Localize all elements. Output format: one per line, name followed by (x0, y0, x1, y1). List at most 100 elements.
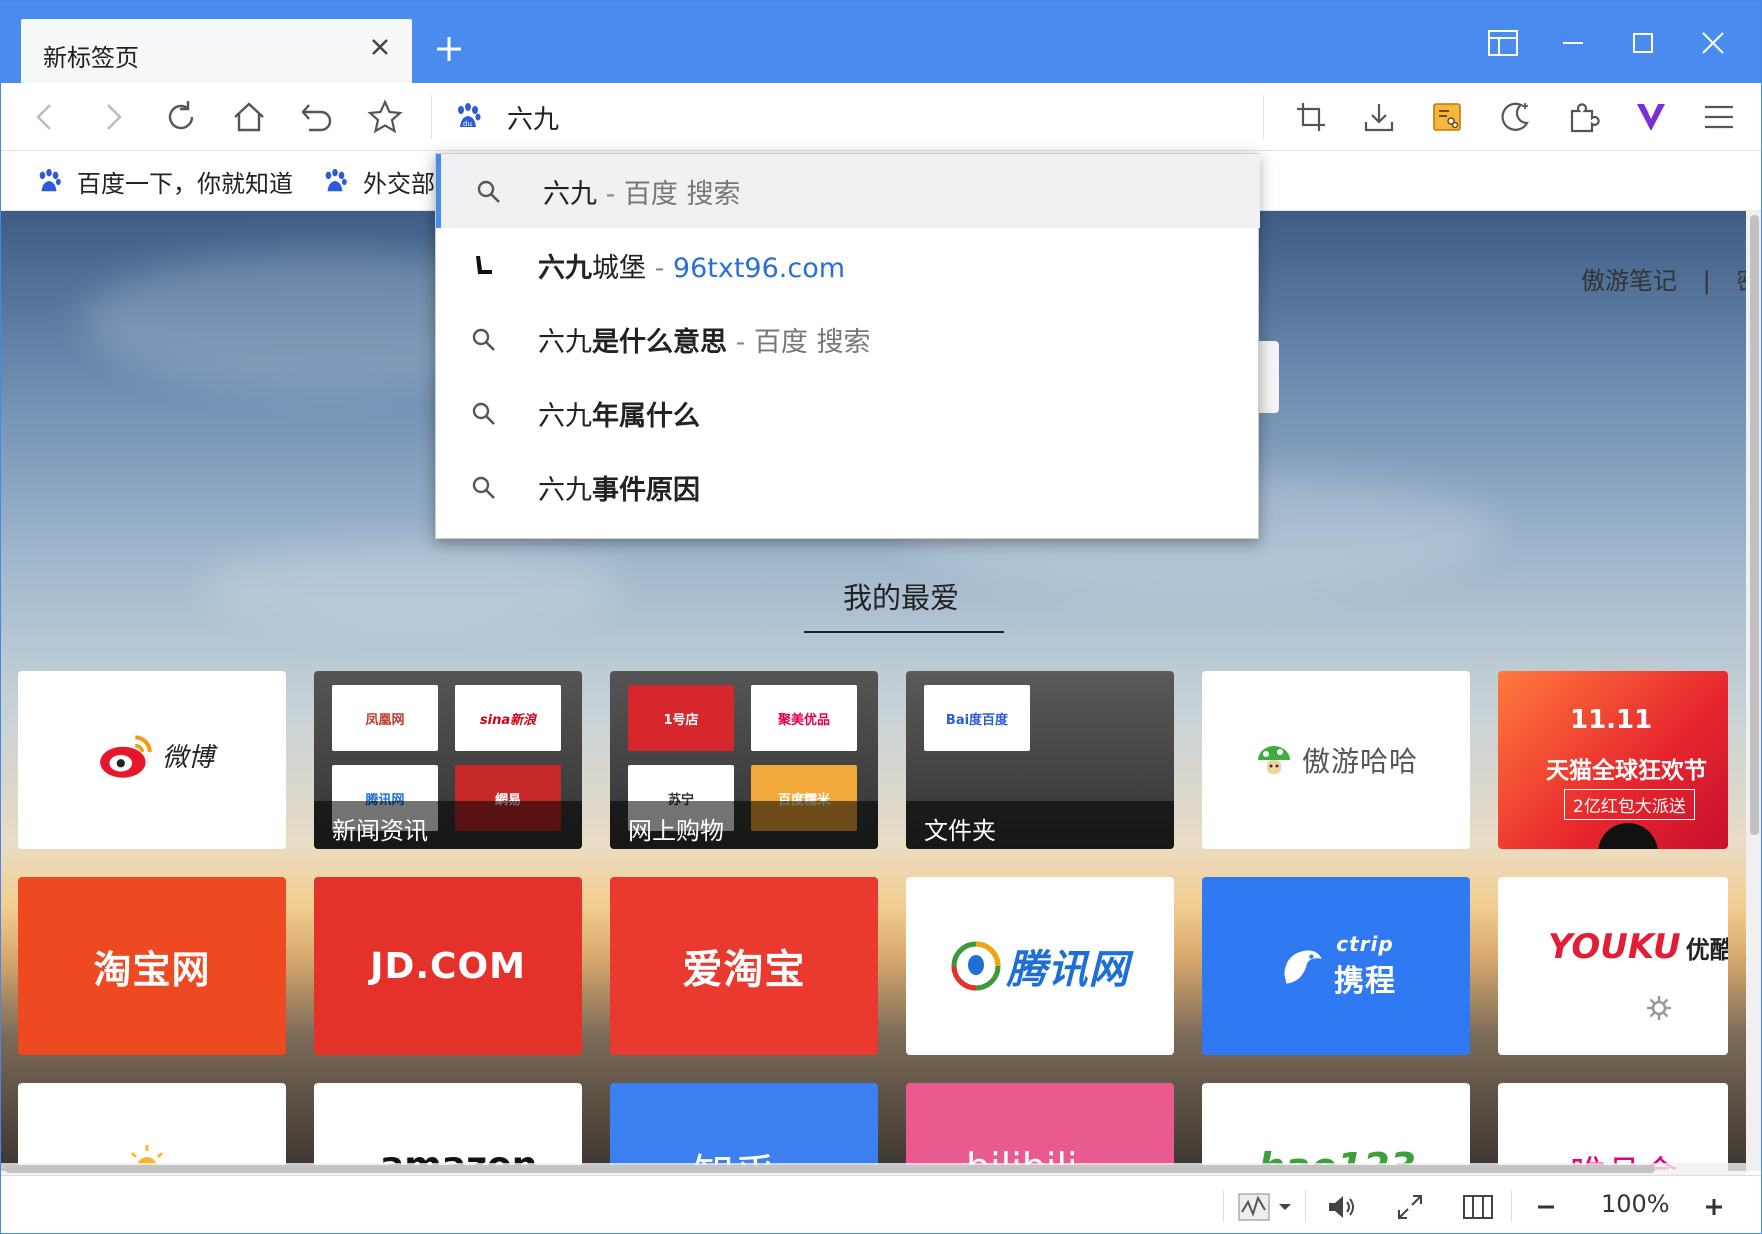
scroll-thumb[interactable] (1750, 215, 1759, 835)
volume-icon[interactable] (1325, 1190, 1359, 1224)
tab-new-tab[interactable]: 新标签页 (21, 19, 412, 83)
more-link[interactable]: 密 (1736, 267, 1746, 295)
title-bar: 新标签页 (1, 1, 1761, 83)
zoom-in-button[interactable] (1697, 1190, 1731, 1224)
tile-label: 傲游哈哈 (1301, 745, 1418, 778)
address-suggestions-dropdown: 六九 - 百度 搜索 六九城堡 - 96txt96.com 六九是什么意思 - … (435, 153, 1260, 539)
refresh-button[interactable] (161, 97, 201, 137)
tile-label: 淘宝网 (93, 947, 211, 992)
close-icon[interactable] (366, 33, 394, 61)
layout-icon[interactable] (1485, 25, 1521, 61)
tile-label: 优酷 (1685, 936, 1728, 964)
forward-button[interactable] (93, 97, 133, 137)
tile-maxthon-haha[interactable]: 傲游哈哈 (1202, 671, 1470, 849)
tile-sub: 2亿红包大派送 (1564, 789, 1695, 820)
status-bar: 100% (1, 1175, 1761, 1233)
reader-extension-icon[interactable] (1427, 97, 1467, 137)
tile-hao123[interactable]: hao123 (1202, 1083, 1470, 1171)
split-view-icon[interactable] (1461, 1190, 1495, 1224)
divider (431, 95, 432, 139)
horizontal-scrollbar[interactable] (1, 1163, 1746, 1175)
zoom-level: 100% (1601, 1190, 1670, 1218)
menu-icon[interactable] (1699, 97, 1739, 137)
divider (1263, 95, 1264, 139)
activity-graph-icon[interactable] (1237, 1190, 1271, 1224)
tile-sub: ctrip (1336, 932, 1394, 956)
suggestion-item[interactable]: 六九事件原因 (436, 450, 1260, 524)
night-mode-icon[interactable] (1495, 97, 1535, 137)
dolphin-icon (1284, 950, 1322, 984)
mini-tile: Bai度百度 (924, 685, 1030, 751)
fullscreen-icon[interactable] (1393, 1190, 1427, 1224)
tile-weibo[interactable]: 微博 (18, 671, 286, 849)
home-button[interactable] (229, 97, 269, 137)
undo-button[interactable] (297, 97, 337, 137)
notes-link[interactable]: 傲游笔记 (1581, 267, 1677, 295)
tile-ctrip[interactable]: ctrip 携程 (1202, 877, 1470, 1055)
minimize-button[interactable] (1555, 25, 1591, 61)
tile-aitaobao[interactable]: 爱淘宝 (610, 877, 878, 1055)
new-tab-button[interactable] (431, 31, 467, 67)
tile-qq[interactable]: 腾讯网 (906, 877, 1174, 1055)
chevron-down-icon[interactable] (1275, 1190, 1295, 1224)
mushroom-icon (1257, 746, 1290, 774)
screenshot-crop-icon[interactable] (1291, 97, 1331, 137)
address-bar[interactable]: du (443, 83, 1263, 151)
tile-weather[interactable] (18, 1083, 286, 1171)
bookmark-label: 百度一下，你就知道 (77, 169, 293, 198)
suggestion-item[interactable]: 六九 - 百度 搜索 (436, 154, 1260, 228)
vivo-v-icon[interactable] (1631, 97, 1671, 137)
bookmark-mfa[interactable]: 外交部 (321, 165, 435, 198)
suggestion-item[interactable]: 六九城堡 - 96txt96.com (436, 228, 1260, 302)
link-separator: | (1702, 267, 1711, 295)
search-icon (472, 476, 495, 499)
bookmark-baidu[interactable]: 百度一下，你就知道 (35, 165, 293, 198)
suggestion-text: 六九 - 百度 搜索 (543, 179, 741, 210)
youku-logo: YOUKU 优酷 (1548, 927, 1728, 967)
cloud (201, 541, 621, 631)
suggestion-text: 六九事件原因 (538, 475, 700, 506)
maximize-button[interactable] (1625, 25, 1661, 61)
tile-tmall-1111[interactable]: 11.11 天猫全球狂欢节 2亿红包大派送 (1498, 671, 1728, 849)
address-input[interactable] (507, 97, 1207, 137)
top-links: 傲游笔记 | 密 (1581, 261, 1746, 296)
svg-text:du: du (463, 120, 472, 128)
tile-amazon[interactable]: amazon (314, 1083, 582, 1171)
vertical-scrollbar[interactable] (1746, 211, 1761, 1171)
zoom-out-button[interactable] (1529, 1190, 1563, 1224)
tile-taobao[interactable]: 淘宝网 (18, 877, 286, 1055)
tile-folder[interactable]: Bai度百度 文件夹 (906, 671, 1174, 849)
baidu-paw-icon (39, 168, 61, 192)
search-icon (472, 328, 495, 351)
back-button[interactable] (25, 97, 65, 137)
tile-label: 微博 (162, 742, 215, 773)
tile-vip[interactable]: 唯品会 (1498, 1083, 1728, 1171)
tile-youku[interactable]: YOUKU 优酷 (1498, 877, 1728, 1055)
baidu-paw-icon (325, 168, 347, 192)
settings-gear-icon[interactable] (1644, 993, 1674, 1023)
scroll-thumb[interactable] (5, 1165, 1655, 1173)
tile-sub: YOUKU (1548, 927, 1681, 967)
favorite-star-button[interactable] (365, 97, 405, 137)
suggestion-item[interactable]: 六九是什么意思 - 百度 搜索 (436, 302, 1260, 376)
extensions-puzzle-icon[interactable] (1563, 97, 1603, 137)
divider (1305, 1190, 1306, 1222)
mini-tile: 凤凰网 (332, 685, 438, 751)
tab-title: 新标签页 (43, 44, 139, 72)
tile-zhihu[interactable]: 知乎 (610, 1083, 878, 1171)
baidu-paw-icon[interactable]: du (453, 101, 483, 131)
divider (1223, 1190, 1224, 1222)
tile-bilibili[interactable]: bilibili (906, 1083, 1174, 1171)
tile-jd[interactable]: JD.COM (314, 877, 582, 1055)
tile-news-folder[interactable]: 凤凰网 sina新浪 腾讯网 網易 新闻资讯 (314, 671, 582, 849)
mini-tile: 1号店 (628, 685, 734, 751)
download-icon[interactable] (1359, 97, 1399, 137)
tile-label: 携程 (1334, 964, 1396, 999)
site-favicon-icon (476, 256, 492, 274)
suggestion-item[interactable]: 六九年属什么 (436, 376, 1260, 450)
tile-shopping-folder[interactable]: 1号店 聚美优品 苏宁 百度糯米 网上购物 (610, 671, 878, 849)
suggestion-text: 六九年属什么 (538, 401, 700, 432)
close-window-button[interactable] (1695, 25, 1731, 61)
ctrip-logo: ctrip 携程 (1334, 932, 1396, 1000)
tile-label: 网上购物 (610, 801, 878, 849)
